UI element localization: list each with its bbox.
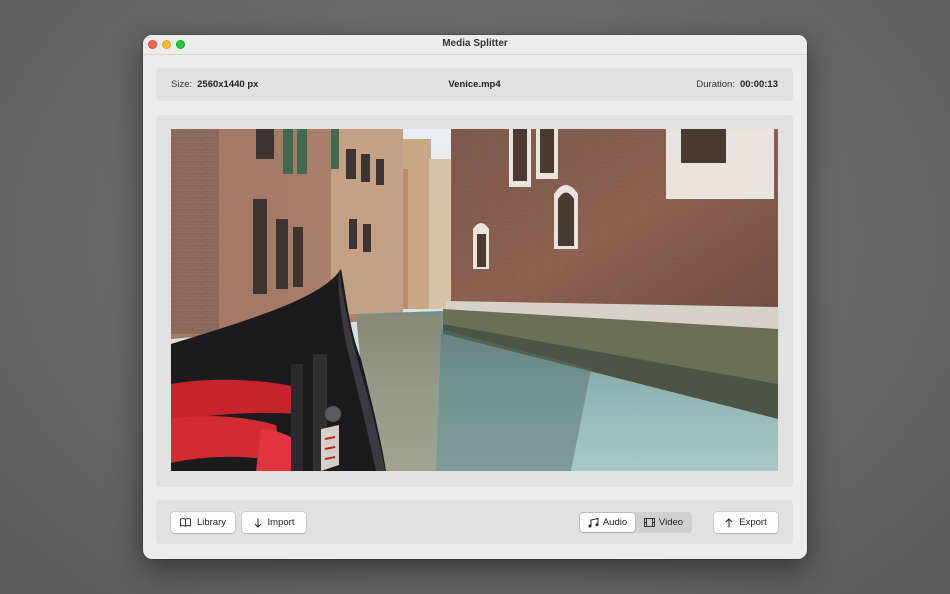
video-segment[interactable]: Video — [635, 512, 692, 533]
preview-panel — [156, 115, 793, 487]
library-button[interactable]: Library — [171, 512, 235, 533]
film-icon — [643, 518, 655, 527]
video-preview[interactable] — [171, 129, 778, 471]
book-icon — [180, 518, 191, 527]
audio-segment[interactable]: Audio — [580, 513, 635, 532]
arrow-up-icon — [725, 517, 733, 528]
import-button-label: Import — [267, 517, 295, 528]
app-window: Media Splitter Size: 2560x1440 px Venice.… — [143, 35, 807, 559]
window-title: Media Splitter — [442, 38, 508, 49]
duration-value: 00:00:13 — [739, 79, 778, 90]
export-button-label: Export — [739, 517, 767, 528]
audio-segment-label: Audio — [602, 517, 628, 528]
venice-canal-frame — [171, 129, 778, 471]
music-notes-icon — [588, 517, 599, 528]
arrow-down-icon — [254, 518, 262, 528]
title-bar[interactable]: Media Splitter — [143, 35, 807, 55]
duration-info: Duration: 00:00:13 — [696, 79, 778, 90]
media-info-bar: Size: 2560x1440 px Venice.mp4 Duration: 00… — [156, 68, 793, 101]
library-button-label: Library — [196, 517, 227, 528]
export-button[interactable]: Export — [714, 512, 778, 533]
import-button[interactable]: Import — [242, 512, 306, 533]
duration-label: Duration: — [696, 79, 735, 90]
media-type-segmented-control: Audio Video — [579, 512, 692, 533]
video-segment-label: Video — [658, 517, 684, 528]
bottom-toolbar: Library Import Audio Video Export — [156, 500, 793, 544]
